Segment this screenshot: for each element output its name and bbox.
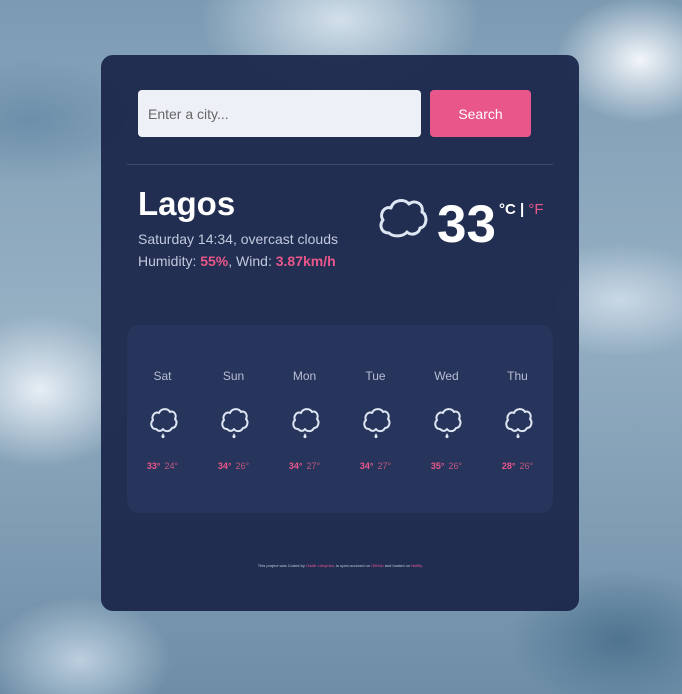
rain-cloud-icon xyxy=(361,405,391,446)
forecast-temps: 28° 26° xyxy=(482,461,553,471)
rain-cloud-icon xyxy=(432,405,462,446)
forecast-high: 33° xyxy=(146,461,161,471)
forecast-temps: 34° 26° xyxy=(198,461,269,471)
forecast-high: 34° xyxy=(217,461,232,471)
forecast-low: 24° xyxy=(164,461,179,471)
forecast-high: 34° xyxy=(288,461,303,471)
forecast-low: 26° xyxy=(235,461,250,471)
footer-text: This project was Coded by xyxy=(257,563,306,568)
forecast-temps: 33° 24° xyxy=(127,461,198,471)
forecast-low: 26° xyxy=(448,461,463,471)
footer-text: and hosted on xyxy=(383,563,412,568)
github-link[interactable]: GitHub xyxy=(371,563,383,568)
forecast-day-name: Wed xyxy=(434,369,459,383)
weather-card: Search Lagos Saturday 14:34, overcast cl… xyxy=(101,55,579,611)
fahrenheit-link[interactable]: °F xyxy=(528,201,543,218)
footer-text: , is open-sourced on xyxy=(333,563,372,568)
humidity-label: Humidity: xyxy=(138,253,201,269)
celsius-unit[interactable]: °C xyxy=(499,201,516,218)
forecast-temps: 35° 26° xyxy=(411,461,482,471)
unit-toggle: °C | °F xyxy=(499,201,544,218)
forecast-day-name: Tue xyxy=(365,369,386,383)
rain-cloud-icon xyxy=(290,405,320,446)
rain-cloud-icon xyxy=(219,405,249,446)
wind-value: 3.87km/h xyxy=(275,253,336,269)
forecast-high: 28° xyxy=(501,461,516,471)
author-link[interactable]: Oadlir Ldeyinka xyxy=(306,563,334,568)
search-form: Search xyxy=(138,90,531,137)
forecast-low: 27° xyxy=(377,461,392,471)
unit-separator: | xyxy=(515,201,529,218)
forecast-day-name: Sun xyxy=(222,369,245,383)
humidity-value: 55% xyxy=(200,253,229,269)
forecast-low: 27° xyxy=(306,461,321,471)
weather-details: Saturday 14:34, overcast clouds Humidity… xyxy=(138,228,338,272)
cloud-icon xyxy=(376,195,430,244)
forecast-day-name: Thu xyxy=(507,369,528,383)
divider xyxy=(127,164,553,165)
humidity-wind-line: Humidity: 55%, Wind: 3.87km/h xyxy=(138,250,338,272)
city-search-input[interactable] xyxy=(138,90,421,137)
city-name: Lagos xyxy=(138,185,236,222)
footer-credits: This project was Coded by Oadlir Ldeyink… xyxy=(101,563,579,568)
forecast-high: 35° xyxy=(430,461,445,471)
rain-cloud-icon xyxy=(503,405,533,446)
rain-cloud-icon xyxy=(148,405,178,446)
forecast-high: 34° xyxy=(359,461,374,471)
forecast-day-name: Sat xyxy=(153,369,172,383)
forecast-panel: Sat 33°24° Sun 34°26° Mon 34°27° Tue xyxy=(127,325,553,513)
wind-label: , Wind: xyxy=(228,253,276,269)
forecast-temps: 34° 27° xyxy=(340,461,411,471)
forecast-temps: 34° 27° xyxy=(269,461,340,471)
current-temperature: 33 xyxy=(437,195,496,254)
forecast-day-name: Mon xyxy=(292,369,317,383)
search-button[interactable]: Search xyxy=(430,90,531,137)
forecast-low: 26° xyxy=(519,461,534,471)
date-description: Saturday 14:34, overcast clouds xyxy=(138,231,339,247)
netlify-link[interactable]: Netlify xyxy=(411,563,422,568)
